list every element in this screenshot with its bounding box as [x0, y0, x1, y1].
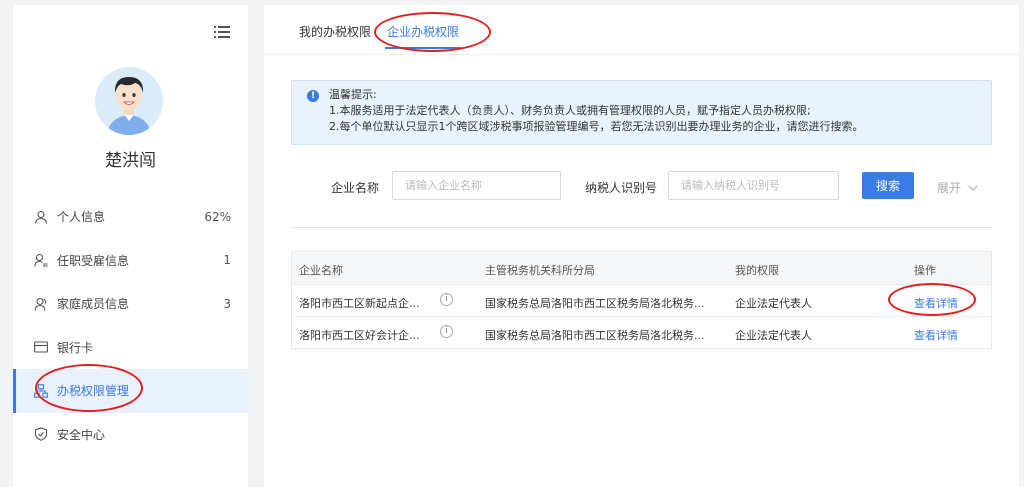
search-button[interactable]: 搜索 — [862, 172, 914, 199]
menu-icon[interactable] — [214, 25, 230, 39]
info-icon: ! — [307, 90, 319, 102]
sidebar-item-count: 62% — [204, 209, 231, 224]
sidebar-nav: 个人信息 62% 任职受雇信息 1 家庭成员信息 3 银行卡 办税权限管理 安全… — [13, 195, 248, 456]
sidebar-item-count: 3 — [223, 296, 231, 311]
cell-permission: 企业法定代表人 — [735, 329, 812, 342]
view-details-link[interactable]: 查看详情 — [914, 327, 958, 343]
card-icon — [33, 339, 49, 355]
cell-company: 洛阳市西工区好会计企... — [299, 329, 420, 342]
sidebar-item-label: 办税权限管理 — [57, 384, 130, 399]
taxpayer-id-label: 纳税人识别号 — [585, 181, 658, 195]
table-header-row: 企业名称 主管税务机关科所分局 我的权限 操作 — [292, 252, 991, 284]
search-form: 企业名称 纳税人识别号 搜索 展开 — [264, 171, 1019, 201]
header-bureau: 主管税务机关科所分局 — [485, 264, 595, 277]
taxpayer-id-input[interactable] — [668, 171, 839, 200]
username: 楚洪闯 — [105, 151, 156, 171]
org-icon — [33, 383, 49, 399]
notice-line-2: 2.每个单位默认只显示1个跨区域涉税事项报验管理编号，若您无法识别出要办理业务的… — [329, 120, 864, 133]
table-row: 洛阳市西工区好会计企... i 国家税务总局洛阳市西工区税务局洛北税务... 企… — [292, 316, 991, 348]
cell-permission: 企业法定代表人 — [735, 297, 812, 310]
sidebar-item-tax-permission[interactable]: 办税权限管理 — [13, 369, 248, 413]
sidebar-item-security-center[interactable]: 安全中心 — [13, 413, 248, 457]
enterprise-table: 企业名称 主管税务机关科所分局 我的权限 操作 洛阳市西工区新起点企... i … — [291, 251, 992, 349]
header-company: 企业名称 — [299, 264, 343, 277]
sidebar-item-label: 个人信息 — [57, 210, 106, 225]
sidebar-item-label: 银行卡 — [57, 340, 94, 355]
info-circle-icon[interactable]: i — [440, 293, 453, 306]
family-icon — [33, 296, 49, 312]
tab-enterprise-tax-permission[interactable]: 企业办税权限 — [384, 23, 462, 49]
notice-box: ! 温馨提示: 1.本服务适用于法定代表人（负责人）、财务负责人或拥有管理权限的… — [291, 80, 992, 145]
table-row: 洛阳市西工区新起点企... i 国家税务总局洛阳市西工区税务局洛北税务... 企… — [292, 284, 991, 316]
sidebar: 楚洪闯 个人信息 62% 任职受雇信息 1 家庭成员信息 3 银行卡 办税权限管… — [13, 5, 248, 487]
expand-toggle[interactable]: 展开 — [937, 179, 978, 196]
tab-bar: 我的办税权限 企业办税权限 — [264, 5, 1019, 55]
sidebar-item-count: 1 — [223, 253, 231, 268]
tab-my-tax-permission[interactable]: 我的办税权限 — [299, 23, 371, 40]
chevron-down-icon — [968, 185, 978, 191]
cell-company: 洛阳市西工区新起点企... — [299, 297, 420, 310]
sidebar-item-label: 家庭成员信息 — [57, 297, 130, 312]
company-name-label: 企业名称 — [331, 181, 380, 195]
info-circle-icon[interactable]: i — [440, 325, 453, 338]
cell-bureau: 国家税务总局洛阳市西工区税务局洛北税务... — [485, 329, 705, 342]
header-action: 操作 — [914, 264, 936, 277]
header-permission: 我的权限 — [735, 264, 779, 277]
divider — [291, 227, 992, 228]
sidebar-item-family-info[interactable]: 家庭成员信息 3 — [13, 282, 248, 326]
main-panel: 我的办税权限 企业办税权限 ! 温馨提示: 1.本服务适用于法定代表人（负责人）… — [264, 5, 1019, 487]
view-details-link[interactable]: 查看详情 — [914, 295, 958, 311]
user-icon — [33, 209, 49, 225]
sidebar-item-personal-info[interactable]: 个人信息 62% — [13, 195, 248, 239]
user-list-icon — [33, 252, 49, 268]
notice-title: 温馨提示: — [329, 88, 377, 101]
cell-bureau: 国家税务总局洛阳市西工区税务局洛北税务... — [485, 297, 705, 310]
sidebar-item-label: 安全中心 — [57, 427, 106, 442]
sidebar-item-employment-info[interactable]: 任职受雇信息 1 — [13, 239, 248, 283]
sidebar-item-label: 任职受雇信息 — [57, 253, 130, 268]
expand-label: 展开 — [937, 181, 962, 195]
avatar — [95, 67, 163, 135]
sidebar-item-bank-card[interactable]: 银行卡 — [13, 326, 248, 370]
shield-icon — [33, 426, 49, 442]
notice-line-1: 1.本服务适用于法定代表人（负责人）、财务负责人或拥有管理权限的人员，赋予指定人… — [329, 104, 811, 117]
company-name-input[interactable] — [392, 171, 561, 200]
